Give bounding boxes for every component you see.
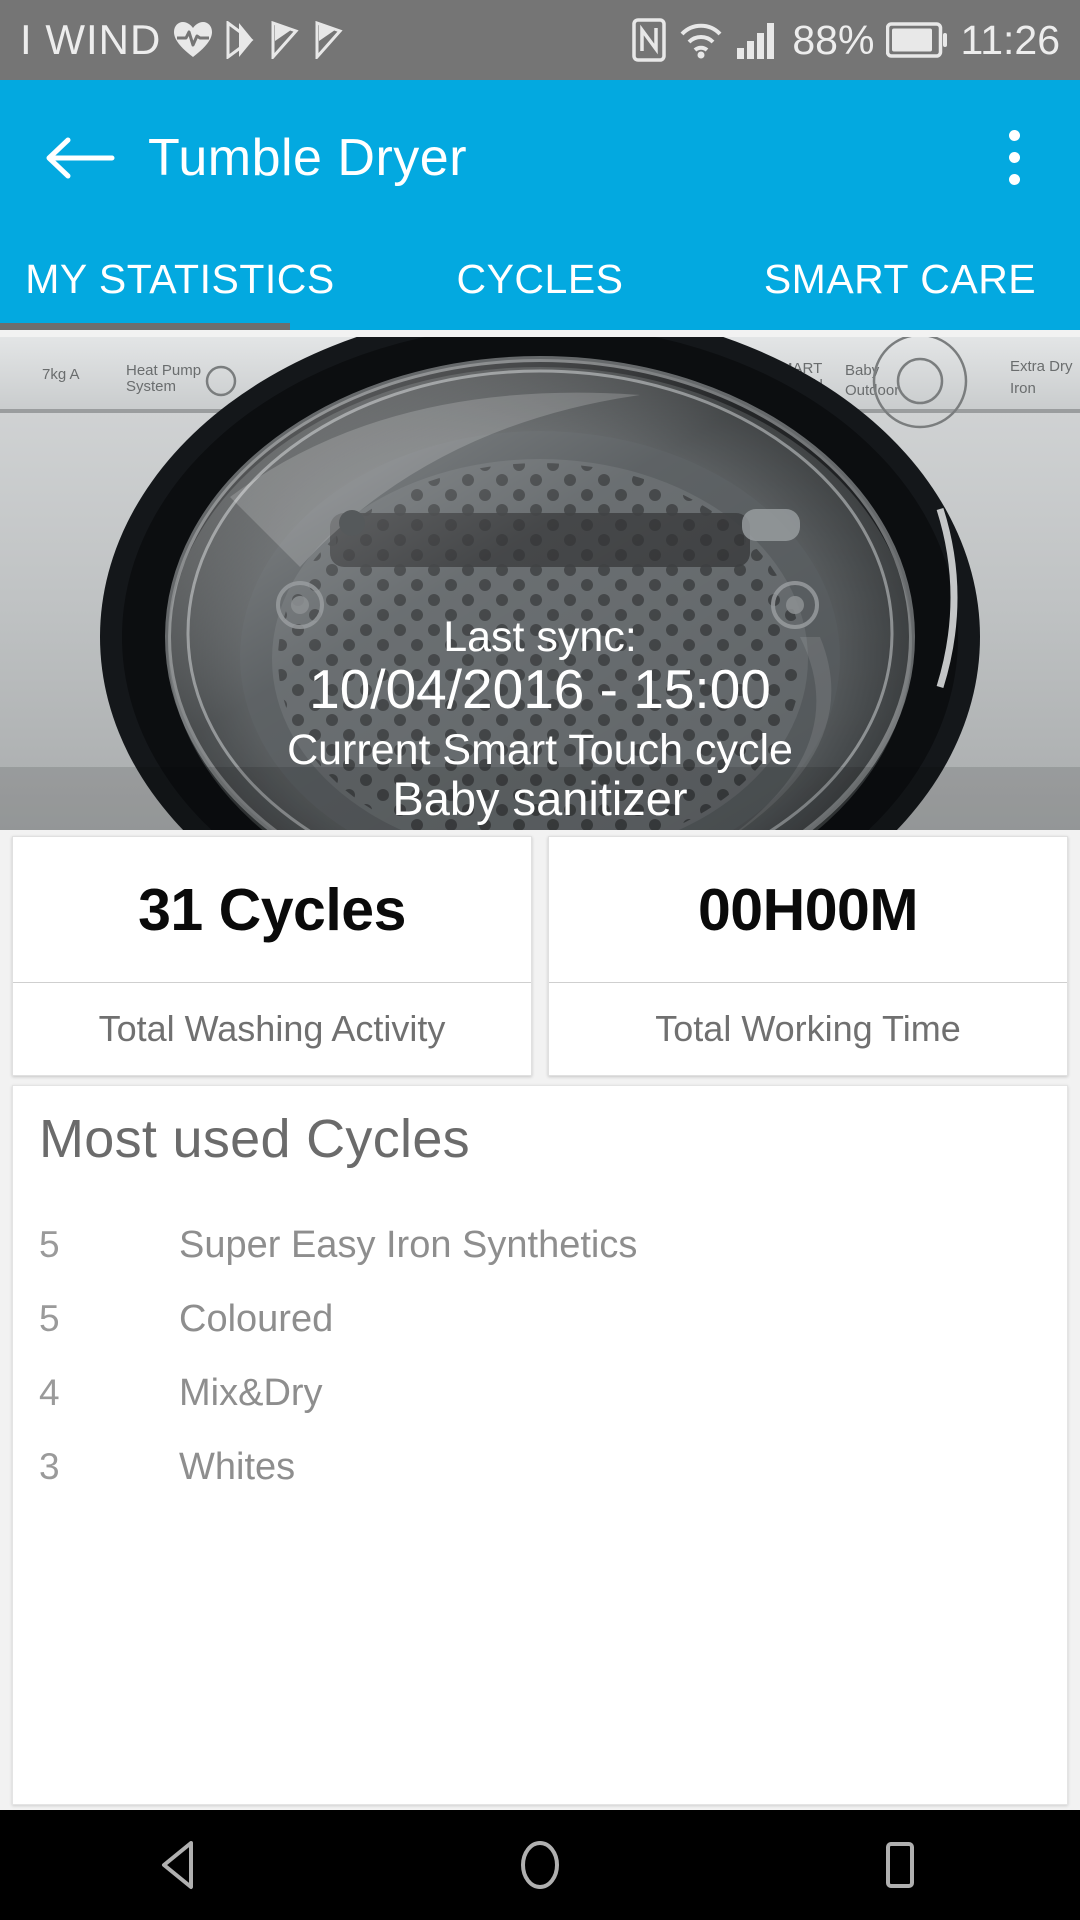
battery-percent-label: 88% — [792, 16, 875, 63]
list-item[interactable]: 5 Coloured — [39, 1282, 1041, 1356]
status-bar: I WIND 88% 11:26 — [0, 0, 1080, 80]
stat-label-wrap: Total Working Time — [549, 983, 1067, 1075]
stat-value: 31 Cycles — [138, 876, 406, 943]
stat-cards-row: 31 Cycles Total Washing Activity 00H00M … — [0, 836, 1080, 1076]
app-bar-top: Tumble Dryer — [0, 80, 1080, 235]
android-navigation-bar — [0, 1810, 1080, 1920]
nfc-icon — [632, 18, 667, 62]
cycle-count: 5 — [39, 1298, 60, 1339]
page-title: Tumble Dryer — [148, 128, 468, 187]
stat-value: 00H00M — [697, 876, 919, 943]
cycle-name: Whites — [179, 1445, 296, 1488]
signal-bars-icon — [736, 20, 780, 60]
stat-label: Total Working Time — [655, 1008, 961, 1049]
tab-smart-care[interactable]: SMART CARE — [720, 235, 1080, 330]
appliance-photo: 7kg A Heat Pump System Easy Case My Sele… — [0, 337, 1080, 830]
app-bar: Tumble Dryer MY STATISTICS CYCLES SMART … — [0, 80, 1080, 330]
status-bar-right: 88% 11:26 — [632, 17, 1060, 64]
current-cycle-value: Baby sanitizer — [392, 772, 688, 826]
wifi-icon — [678, 20, 724, 60]
status-bar-left: I WIND — [20, 16, 345, 64]
list-item[interactable]: 3 Whites — [39, 1430, 1041, 1504]
tab-selected-indicator — [0, 323, 290, 330]
heart-rate-icon — [173, 21, 213, 59]
cycle-name: Coloured — [179, 1297, 334, 1340]
home-circle-icon[interactable] — [460, 1810, 620, 1920]
cycle-name: Mix&Dry — [179, 1371, 323, 1414]
back-arrow-icon[interactable] — [20, 132, 140, 184]
media-play-icon — [225, 21, 257, 59]
list-item[interactable]: 5 Super Easy Iron Synthetics — [39, 1208, 1041, 1282]
cycle-name: Super Easy Iron Synthetics — [179, 1223, 638, 1266]
stat-value-wrap: 00H00M — [549, 837, 1067, 983]
recents-square-icon[interactable] — [820, 1810, 980, 1920]
last-sync-value: 10/04/2016 - 15:00 — [309, 658, 771, 721]
cycle-count: 4 — [39, 1372, 60, 1413]
media-play-icon-2 — [269, 21, 301, 59]
stat-card-total-working-time[interactable]: 00H00M Total Working Time — [548, 836, 1068, 1076]
overflow-menu-icon[interactable] — [984, 113, 1044, 203]
battery-icon — [886, 21, 948, 59]
stat-card-total-washing-activity[interactable]: 31 Cycles Total Washing Activity — [12, 836, 532, 1076]
most-used-cycles-card: Most used Cycles 5 Super Easy Iron Synth… — [12, 1085, 1068, 1805]
stat-label-wrap: Total Washing Activity — [13, 983, 531, 1075]
back-triangle-icon[interactable] — [100, 1810, 260, 1920]
tab-cycles[interactable]: CYCLES — [360, 235, 720, 330]
hero-text-overlay: Last sync: 10/04/2016 - 15:00 Current Sm… — [0, 337, 1080, 830]
cycle-count: 3 — [39, 1446, 60, 1487]
current-cycle-label: Current Smart Touch cycle — [287, 726, 793, 775]
overflow-dot-3 — [1008, 174, 1020, 185]
stat-value-wrap: 31 Cycles — [13, 837, 531, 983]
carrier-label: I WIND — [20, 16, 162, 63]
last-sync-label: Last sync: — [443, 612, 637, 661]
overflow-dot-2 — [1008, 152, 1020, 163]
overflow-dot-1 — [1008, 130, 1020, 141]
clock-label: 11:26 — [960, 16, 1060, 63]
cycle-count: 5 — [39, 1224, 60, 1265]
stat-label: Total Washing Activity — [98, 1008, 446, 1049]
media-play-icon-3 — [313, 21, 345, 59]
list-item[interactable]: 4 Mix&Dry — [39, 1356, 1041, 1430]
tab-my-statistics[interactable]: MY STATISTICS — [0, 235, 360, 330]
app-screen: I WIND 88% 11:26 Tumble Dryer MY STATIST… — [0, 0, 1080, 1920]
tab-bar: MY STATISTICS CYCLES SMART CARE — [0, 235, 1080, 330]
most-used-cycles-title: Most used Cycles — [39, 1109, 470, 1169]
